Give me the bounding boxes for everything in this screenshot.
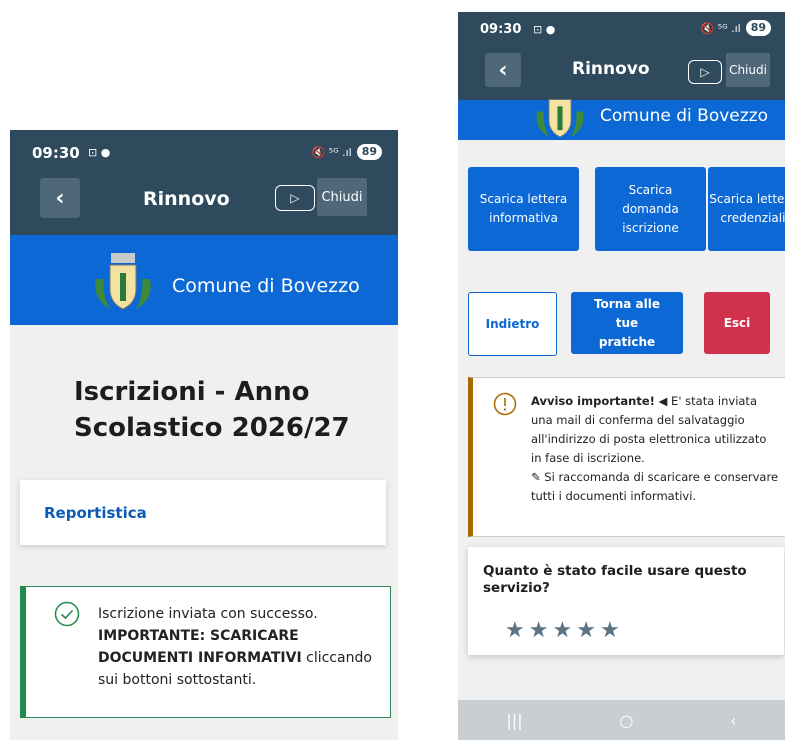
star-icon[interactable]: ★ bbox=[552, 620, 572, 642]
status-time: 09:30 bbox=[480, 22, 522, 37]
phone-screen-left: 09:30 ⊡ ● 🔇 ⁵ᴳ .ıl 89 ‹ Rinnovo ▷ Chiudi… bbox=[10, 130, 398, 740]
status-bar: 09:30 ⊡ ● 🔇 ⁵ᴳ .ıl 89 bbox=[10, 130, 398, 175]
coat-of-arms-icon bbox=[536, 99, 584, 138]
back-button[interactable]: ‹ bbox=[485, 53, 521, 87]
system-back-icon[interactable]: ‹ bbox=[730, 711, 736, 730]
notification-icons: ⊡ ● bbox=[88, 146, 111, 159]
signal-icons: 🔇 ⁵ᴳ .ıl bbox=[700, 21, 741, 35]
close-button[interactable]: Chiudi bbox=[726, 53, 770, 87]
star-icon[interactable]: ★ bbox=[505, 620, 525, 642]
play-button[interactable]: ▷ bbox=[688, 60, 722, 84]
button-label: Scarica lettera credenziali bbox=[709, 192, 785, 225]
warning-title: Avviso importante! bbox=[531, 394, 655, 408]
warning-alert: Avviso importante! ◀ E' stata inviata un… bbox=[468, 377, 785, 537]
play-icon: ▷ bbox=[290, 191, 300, 205]
close-button[interactable]: Chiudi bbox=[317, 178, 367, 216]
status-time: 09:30 bbox=[32, 144, 80, 162]
system-navigation-bar: ||| ○ ‹ bbox=[458, 700, 785, 740]
battery-badge: 89 bbox=[745, 20, 771, 36]
play-icon: ▷ bbox=[700, 65, 710, 79]
municipality-name: Comune di Bovezzo bbox=[172, 275, 360, 297]
chevron-left-icon: ‹ bbox=[498, 57, 508, 83]
page-title: Iscrizioni - Anno Scolastico 2026/27 bbox=[74, 377, 350, 443]
status-indicators: 🔇 ⁵ᴳ .ıl 89 bbox=[701, 20, 771, 36]
recent-apps-icon[interactable]: ||| bbox=[506, 711, 522, 730]
download-application-button[interactable]: Scarica domanda iscrizione bbox=[595, 167, 706, 251]
back-nav-button[interactable]: Indietro bbox=[468, 292, 557, 356]
app-bar-title: Rinnovo bbox=[143, 188, 230, 210]
app-bar: ‹ Rinnovo ▷ Chiudi bbox=[458, 44, 785, 100]
back-button[interactable]: ‹ bbox=[40, 178, 80, 218]
warning-text-part: Si raccomanda di scaricare e conservare … bbox=[531, 470, 779, 503]
notification-icons: ⊡ ● bbox=[533, 23, 556, 36]
download-informative-letter-button[interactable]: Scarica lettera informativa bbox=[468, 167, 579, 251]
star-icon[interactable]: ★ bbox=[576, 620, 596, 642]
success-message-part: Iscrizione inviata con successo. bbox=[98, 606, 318, 622]
status-bar: 09:30 ⊡ ● 🔇 ⁵ᴳ .ıl 89 bbox=[458, 12, 785, 44]
phone-screen-right: 09:30 ⊡ ● 🔇 ⁵ᴳ .ıl 89 ‹ Rinnovo ▷ Chiudi… bbox=[458, 12, 785, 740]
success-message-important: IMPORTANTE: SCARICARE DOCUMENTI INFORMAT… bbox=[98, 628, 302, 666]
download-credentials-letter-button[interactable]: Scarica lettera credenziali bbox=[708, 167, 785, 251]
signal-icons: 🔇 ⁵ᴳ .ıl bbox=[311, 145, 352, 159]
return-to-applications-button[interactable]: Torna alle tue pratiche bbox=[571, 292, 683, 354]
star-rating[interactable]: ★ ★ ★ ★ ★ bbox=[505, 620, 620, 642]
feedback-card: Quanto è stato facile usare questo servi… bbox=[468, 547, 784, 655]
feedback-question: Quanto è stato facile usare questo servi… bbox=[483, 563, 747, 596]
button-label: Scarica domanda iscrizione bbox=[622, 182, 679, 235]
success-alert: Iscrizione inviata con successo. IMPORTA… bbox=[20, 586, 391, 718]
battery-badge: 89 bbox=[356, 144, 382, 160]
municipality-banner: Comune di Bovezzo bbox=[458, 99, 785, 140]
status-indicators: 🔇 ⁵ᴳ .ıl 89 bbox=[312, 144, 382, 160]
check-circle-icon bbox=[54, 601, 80, 627]
button-label: Scarica lettera informativa bbox=[479, 192, 568, 225]
play-button[interactable]: ▷ bbox=[275, 185, 315, 211]
report-link[interactable]: Reportistica bbox=[44, 504, 147, 522]
municipality-banner: Comune di Bovezzo bbox=[10, 235, 398, 325]
exit-button[interactable]: Esci bbox=[704, 292, 770, 354]
chevron-left-icon: ‹ bbox=[55, 185, 65, 211]
coat-of-arms-icon bbox=[95, 253, 151, 310]
star-icon[interactable]: ★ bbox=[529, 620, 549, 642]
exclamation-circle-icon bbox=[493, 392, 517, 416]
button-label: Torna alle tue pratiche bbox=[593, 296, 661, 349]
home-icon[interactable]: ○ bbox=[619, 711, 633, 730]
app-bar: ‹ Rinnovo ▷ Chiudi bbox=[10, 175, 398, 235]
edit-icon: ✎ bbox=[531, 470, 541, 484]
municipality-name: Comune di Bovezzo bbox=[600, 106, 768, 126]
star-icon[interactable]: ★ bbox=[600, 620, 620, 642]
success-message: Iscrizione inviata con successo. IMPORTA… bbox=[98, 603, 380, 691]
warning-message: Avviso importante! ◀ E' stata inviata un… bbox=[531, 392, 779, 506]
report-card: Reportistica bbox=[20, 480, 386, 545]
app-bar-title: Rinnovo bbox=[572, 59, 650, 79]
